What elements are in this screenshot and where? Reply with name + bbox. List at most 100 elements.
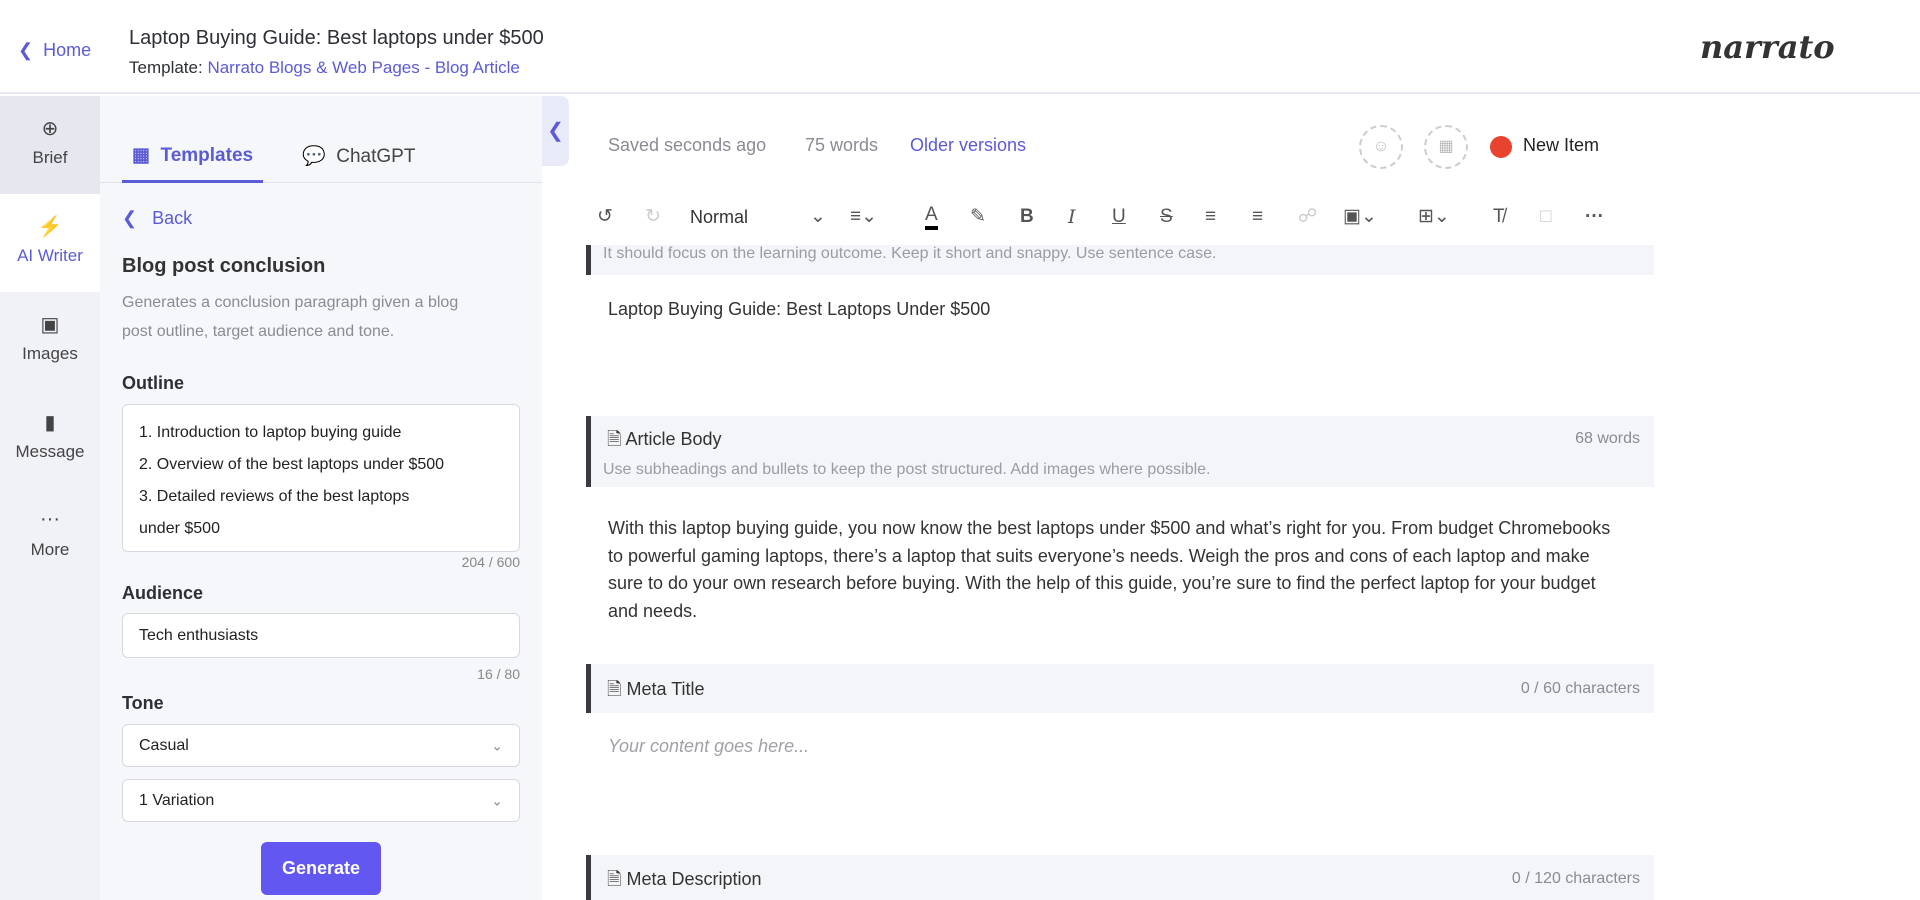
title-content[interactable]: Laptop Buying Guide: Best Laptops Under … (608, 299, 990, 320)
document-icon: 🗎 (607, 869, 622, 889)
meta-description-header: 🗎 Meta Description 0 / 120 characters (586, 855, 1654, 900)
assign-user-button[interactable]: ☺ (1359, 125, 1403, 169)
add-user-icon: ☺ (1372, 138, 1390, 155)
meta-title-title: 🗎 Meta Title (607, 677, 705, 707)
italic-icon[interactable]: I (1068, 204, 1076, 230)
variations-value: 1 Variation (139, 792, 215, 809)
tool-title: Blog post conclusion (122, 255, 326, 277)
meta-title-input[interactable]: Your content goes here... (608, 736, 809, 757)
table-icon[interactable]: ⊞⌄ (1418, 204, 1450, 230)
page-title: Laptop Buying Guide: Best laptops under … (129, 27, 544, 49)
bullet-list-icon[interactable]: ≡ (1205, 204, 1216, 230)
outline-line: 1. Introduction to laptop buying guide (139, 424, 402, 441)
tab-label: Templates (160, 145, 254, 166)
tool-description-2: post outline, target audience and tone. (122, 323, 395, 340)
top-header: ❮ Home Laptop Buying Guide: Best laptops… (0, 0, 1920, 94)
image-insert-icon[interactable]: ▣⌄ (1343, 204, 1377, 230)
tab-chatgpt[interactable]: 💬 ChatGPT (302, 144, 415, 168)
status-dot (1490, 136, 1512, 158)
more-options-icon[interactable]: ··· (1585, 204, 1604, 230)
older-versions-link[interactable]: Older versions (910, 135, 1026, 156)
outline-counter: 204 / 600 (461, 554, 520, 570)
audience-label: Audience (122, 583, 204, 603)
undo-icon[interactable]: ↺ (597, 204, 613, 230)
narrato-logo: narrato (1700, 28, 1835, 66)
status-label[interactable]: New Item (1523, 135, 1599, 156)
audience-counter: 16 / 80 (477, 666, 520, 682)
tab-label: ChatGPT (336, 146, 416, 167)
back-label: Back (152, 208, 193, 228)
rail-item-ai-writer[interactable]: ⚡ AI Writer (0, 194, 100, 292)
rail-label: More (30, 540, 70, 559)
outline-line: 2. Overview of the best laptops under $5… (139, 456, 445, 473)
section-name: Meta Title (626, 679, 705, 699)
chat-bubbles-icon: 💬 (302, 146, 326, 167)
text-color-icon[interactable]: A (925, 204, 938, 230)
lightning-icon: ⚡ (37, 216, 63, 238)
back-button[interactable]: ❮ Back (122, 208, 192, 229)
icon-rail: ⊕ Brief ⚡ AI Writer ▣ Images ▮ Message ··· Mo… (0, 96, 100, 900)
template-link[interactable]: Narrato Blogs & Web Pages - Blog Article (207, 58, 519, 77)
tool-description: Generates a conclusion paragraph given a… (122, 294, 459, 311)
strikethrough-icon[interactable]: S (1160, 204, 1173, 230)
underline-icon[interactable]: U (1112, 204, 1126, 230)
article-body-header: 🗎 Article Body 68 words Use subheadings … (586, 416, 1654, 487)
outline-textarea[interactable]: 1. Introduction to laptop buying guide 2… (122, 404, 520, 552)
save-status: Saved seconds ago (608, 135, 767, 155)
ai-writer-panel: ▦ Templates 💬 ChatGPT ❮ Back Blog post c… (100, 96, 542, 900)
ellipsis-icon: ··· (40, 508, 60, 530)
chevron-down-icon[interactable]: ⌄ (810, 204, 826, 230)
rail-label: Message (15, 442, 85, 461)
meta-title-header: 🗎 Meta Title 0 / 60 characters (586, 664, 1654, 713)
comment-icon[interactable]: □ (1540, 204, 1551, 230)
meta-description-count: 0 / 120 characters (1511, 870, 1640, 887)
article-body-title: 🗎 Article Body (607, 427, 722, 457)
tab-templates[interactable]: ▦ Templates (122, 144, 264, 183)
rail-item-message[interactable]: ▮ Message (0, 390, 100, 488)
due-date-button[interactable]: ▦ (1424, 125, 1468, 169)
rail-label: AI Writer (17, 246, 83, 265)
chat-icon: ▮ (44, 412, 56, 434)
document-icon: 🗎 (607, 429, 622, 449)
section-name: Article Body (625, 429, 722, 449)
redo-icon[interactable]: ↻ (645, 204, 661, 230)
template-prefix: Template: (129, 58, 203, 77)
home-link[interactable]: ❮ Home (18, 40, 91, 61)
align-icon[interactable]: ≡⌄ (850, 204, 877, 230)
rail-item-more[interactable]: ··· More (0, 488, 100, 586)
tone-select[interactable]: Casual ⌄ (122, 724, 520, 767)
rail-label: Brief (32, 148, 68, 167)
crosshair-icon: ⊕ (41, 118, 59, 140)
rail-label: Images (22, 344, 78, 363)
chevron-down-icon: ⌄ (491, 737, 503, 753)
outline-label: Outline (122, 373, 184, 393)
template-line: Template: Narrato Blogs & Web Pages - Bl… (129, 58, 520, 78)
numbered-list-icon[interactable]: ≡ (1252, 204, 1263, 230)
rail-item-brief[interactable]: ⊕ Brief (0, 96, 100, 194)
article-body-count: 68 words (1575, 430, 1640, 447)
tone-value: Casual (139, 737, 189, 754)
books-icon: ▦ (132, 145, 150, 166)
image-icon: ▣ (40, 314, 60, 336)
chevron-down-icon: ⌄ (491, 792, 503, 808)
variations-select[interactable]: 1 Variation ⌄ (122, 779, 520, 822)
tone-label: Tone (122, 693, 164, 713)
bold-icon[interactable]: B (1020, 204, 1034, 230)
clear-format-icon[interactable]: T̸ (1493, 204, 1505, 230)
outline-line: 3. Detailed reviews of the best laptops (139, 488, 410, 505)
outline-line: under $500 (139, 520, 220, 537)
chevron-left-icon: ❮ (18, 40, 34, 60)
collapse-panel-button[interactable]: ❮ (542, 96, 569, 166)
word-count: 75 words (805, 135, 879, 155)
highlight-icon[interactable]: ✎ (970, 204, 986, 230)
title-hint: It should focus on the learning outcome.… (603, 245, 1217, 262)
link-icon[interactable]: ☍ (1298, 204, 1317, 230)
home-label: Home (43, 40, 92, 60)
meta-title-count: 0 / 60 characters (1520, 680, 1640, 697)
style-select[interactable]: Normal (690, 204, 748, 230)
generate-button[interactable]: Generate (261, 842, 381, 895)
section-name: Meta Description (626, 869, 762, 889)
rail-item-images[interactable]: ▣ Images (0, 292, 100, 390)
audience-input[interactable]: Tech enthusiasts (122, 613, 520, 658)
article-body-content[interactable]: With this laptop buying guide, you now k… (608, 515, 1628, 625)
